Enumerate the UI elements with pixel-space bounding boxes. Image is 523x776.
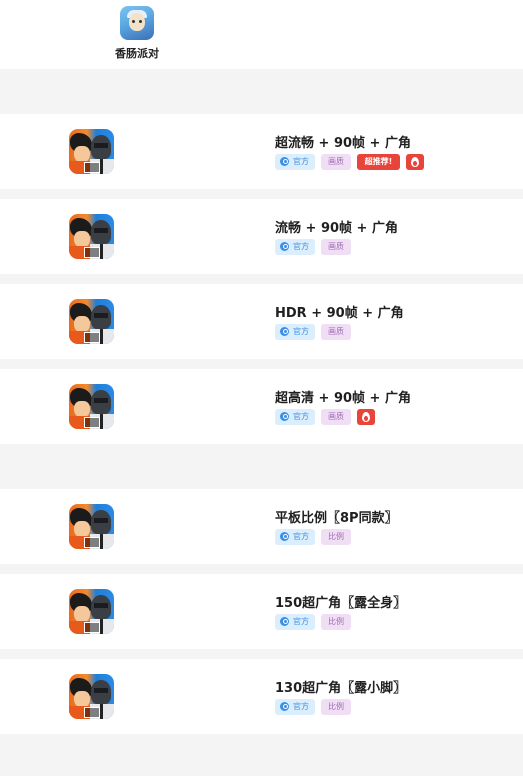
config-title: 超流畅 + 90帧 + 广角 [275,136,411,151]
game-avatar-icon [69,384,114,429]
official-tag: 官方 [275,153,315,170]
game-avatar-icon [69,504,114,549]
ratio-row-1[interactable]: 150超广角〖露全身〗 官方 比例 [0,574,523,649]
game-avatar-icon [69,674,114,719]
official-badge-icon [280,532,289,541]
ratio-row-2[interactable]: 130超广角〖露小脚〗 官方 比例 [0,659,523,734]
fire-icon [411,156,419,167]
tag-list: 官方 画质 [275,408,375,425]
tag-list: 官方 比例 [275,528,351,545]
official-badge-icon [280,157,289,166]
official-badge-icon [280,327,289,336]
hot-tag [357,408,375,425]
top-app-bar: 香肠派对 [0,0,523,69]
config-title: HDR + 90帧 + 广角 [275,306,404,321]
official-tag: 官方 [275,613,315,630]
config-title: 平板比例〖8P同款〗 [275,511,398,526]
official-tag: 官方 [275,408,315,425]
config-row-2[interactable]: HDR + 90帧 + 广角 官方 画质 [0,284,523,359]
game-avatar-icon [69,589,114,634]
tag-list: 官方 画质 [275,323,351,340]
game-avatar-icon [69,129,114,174]
category-tag: 比例 [321,698,351,715]
category-tag: 画质 [321,153,351,170]
category-tag: 比例 [321,528,351,545]
top-app-item[interactable]: 香肠派对 [108,6,166,61]
official-tag: 官方 [275,698,315,715]
official-badge-icon [280,412,289,421]
config-row-3[interactable]: 超高清 + 90帧 + 广角 官方 画质 [0,369,523,444]
recommend-badge: 超推荐! [357,153,400,170]
tag-list: 官方 比例 [275,613,351,630]
config-title: 130超广角〖露小脚〗 [275,681,407,696]
config-title: 150超广角〖露全身〗 [275,596,407,611]
sausage-party-game-icon [120,6,154,40]
game-avatar-icon [69,214,114,259]
official-tag: 官方 [275,323,315,340]
tag-list: 官方 比例 [275,698,351,715]
official-badge-icon [280,617,289,626]
official-badge-icon [280,702,289,711]
official-tag: 官方 [275,238,315,255]
category-tag: 比例 [321,613,351,630]
official-badge-icon [280,242,289,251]
game-avatar-icon [69,299,114,344]
config-row-0[interactable]: 超流畅 + 90帧 + 广角 官方 画质 超推荐! [0,114,523,189]
ratio-row-0[interactable]: 平板比例〖8P同款〗 官方 比例 [0,489,523,564]
top-app-label: 香肠派对 [115,47,159,60]
config-title: 流畅 + 90帧 + 广角 [275,221,398,236]
tag-list: 官方 画质 超推荐! [275,153,424,170]
fire-icon [362,411,370,422]
config-title: 超高清 + 90帧 + 广角 [275,391,411,406]
category-tag: 画质 [321,323,351,340]
tag-list: 官方 画质 [275,238,351,255]
hot-tag [406,153,424,170]
config-row-1[interactable]: 流畅 + 90帧 + 广角 官方 画质 [0,199,523,274]
category-tag: 画质 [321,238,351,255]
category-tag: 画质 [321,408,351,425]
official-tag: 官方 [275,528,315,545]
